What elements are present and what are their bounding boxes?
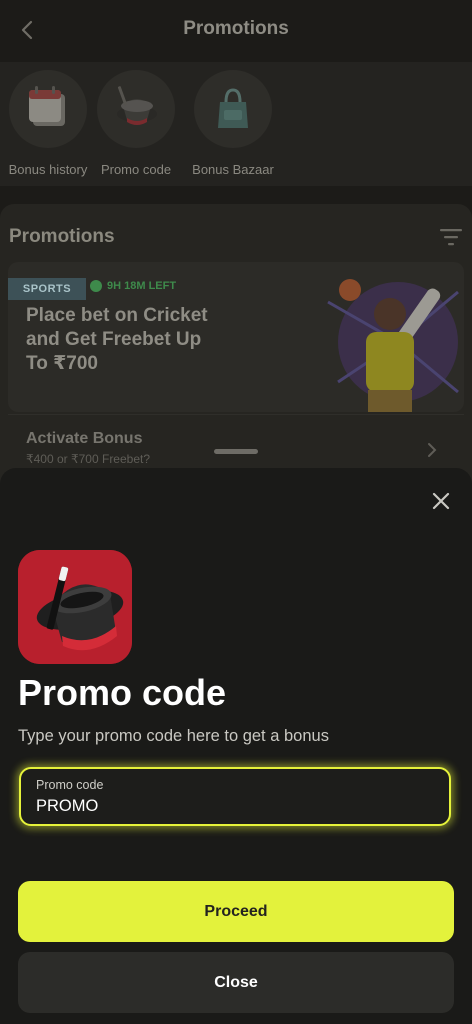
close-button[interactable]: Close [18, 952, 454, 1013]
promo-code-logo [18, 550, 132, 664]
activate-bonus-row[interactable]: Activate Bonus ₹400 or ₹700 Freebet? [26, 430, 150, 466]
promo-title: Place bet on Cricket and Get Freebet Up … [26, 305, 208, 374]
shopping-bag-icon [218, 88, 248, 128]
quick-link-label: Promo code [100, 162, 172, 177]
promo-code-input[interactable] [36, 797, 426, 816]
quick-link-label: Bonus history [8, 162, 88, 177]
category-badge: SPORTS [8, 278, 86, 300]
calendar-icon [29, 86, 65, 126]
proceed-button[interactable]: Proceed [18, 881, 454, 942]
quick-link-label: Bonus Bazaar [192, 162, 274, 177]
filter-icon[interactable] [440, 228, 462, 246]
activate-bonus-title: Activate Bonus [26, 430, 143, 447]
sheet-title: Promo code [18, 672, 227, 713]
sheet-drag-handle[interactable] [214, 449, 258, 454]
magic-hat-icon [18, 550, 132, 664]
page-title: Promotions [183, 18, 289, 39]
cricket-player-illustration [327, 279, 459, 412]
promo-code-field[interactable]: Promo code [19, 767, 451, 826]
clock-icon [90, 280, 102, 292]
top-bar: Promotions [0, 0, 472, 60]
divider [8, 414, 464, 415]
magic-hat-icon [117, 86, 157, 125]
time-left-badge: 9H 18M LEFT [90, 280, 176, 292]
sheet-description: Type your promo code here to get a bonus [18, 727, 329, 745]
promo-code-field-label: Promo code [36, 778, 104, 792]
section-heading: Promotions [9, 226, 115, 247]
quick-links: Bonus history Promo code Bonus Bazaar [0, 62, 472, 186]
quick-link-bonus-history[interactable]: Bonus history [0, 70, 98, 177]
promo-card[interactable]: SPORTS 9H 18M LEFT Place bet on Cricket … [8, 262, 464, 412]
quick-link-promo-code[interactable]: Promo code [86, 70, 186, 177]
quick-link-bonus-bazaar[interactable]: Bonus Bazaar [183, 70, 283, 177]
close-icon[interactable] [428, 488, 454, 514]
activate-bonus-subtitle: ₹400 or ₹700 Freebet? [26, 452, 151, 466]
chevron-right-icon[interactable] [426, 442, 438, 458]
time-left-text: 9H 18M LEFT [107, 280, 177, 292]
